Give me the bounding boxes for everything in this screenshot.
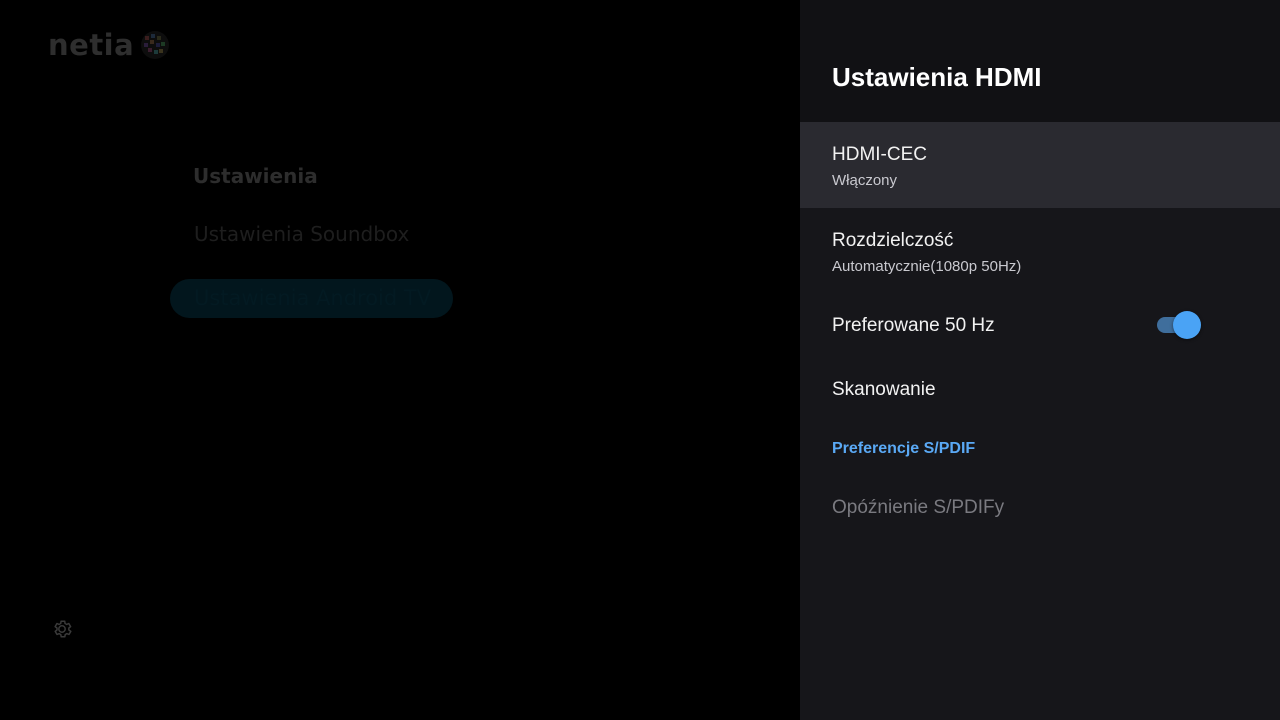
menu-item-android-tv-settings[interactable]: Ustawienia Android TV [170, 279, 454, 318]
setting-overscan-label: Skanowanie [832, 379, 936, 400]
menu-item-soundbox-settings[interactable]: Ustawienia Soundbox [194, 222, 409, 246]
setting-resolution-label: Rozdzielczość [832, 230, 954, 251]
panel-title: Ustawienia HDMI [832, 62, 1042, 92]
setting-hdmi-cec-label: HDMI-CEC [832, 144, 927, 165]
prefer-50hz-toggle[interactable] [1157, 311, 1201, 339]
setting-hdmi-cec[interactable]: HDMI-CEC Włączony [800, 122, 1280, 208]
netia-dots-logo-icon [140, 30, 170, 60]
setting-spdif-delay-label: Opóźnienie S/PDIFy [832, 497, 1005, 518]
gear-icon[interactable] [51, 618, 73, 640]
netia-logo: netia [48, 28, 170, 62]
hdmi-settings-panel: Ustawienia HDMI HDMI-CEC Włączony Rozdzi… [800, 0, 1280, 720]
section-spdif-preferences: Preferencje S/PDIF [800, 425, 1280, 471]
setting-prefer-50hz[interactable]: Preferowane 50 Hz [800, 299, 1280, 353]
toggle-thumb [1173, 311, 1201, 339]
logo-text: netia [48, 28, 135, 62]
setting-spdif-delay: Opóźnienie S/PDIFy [800, 481, 1280, 535]
setting-resolution-value: Automatycznie(1080p 50Hz) [832, 258, 1022, 275]
section-spdif-preferences-label: Preferencje S/PDIF [832, 440, 976, 457]
setting-prefer-50hz-label: Preferowane 50 Hz [832, 315, 995, 336]
background-menu: netia Ustawienia Ustawienia Soundbox Ust… [0, 0, 800, 720]
panel-header: Ustawienia HDMI [800, 0, 1280, 122]
screen: netia Ustawienia Ustawienia Soundbox Ust… [0, 0, 1280, 720]
setting-overscan[interactable]: Skanowanie [800, 363, 1280, 417]
menu-item-settings[interactable]: Ustawienia [193, 164, 318, 188]
setting-hdmi-cec-value: Włączony [832, 172, 898, 189]
setting-resolution[interactable]: Rozdzielczość Automatycznie(1080p 50Hz) [800, 208, 1280, 294]
